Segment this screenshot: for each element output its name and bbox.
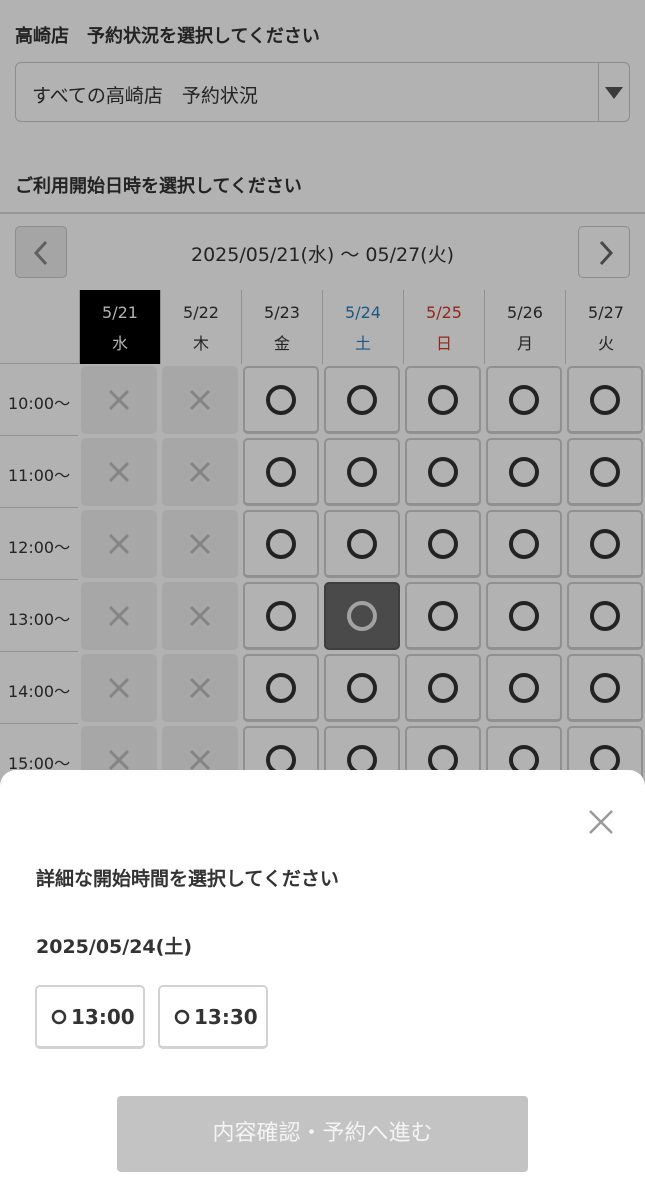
time-slot-button[interactable]: 13:30 (158, 985, 268, 1049)
time-slot-button[interactable]: 13:00 (35, 985, 145, 1049)
proceed-button[interactable]: 内容確認・予約へ進む (117, 1096, 528, 1172)
time-slot-label: 13:00 (71, 1005, 135, 1029)
circle-icon (51, 1009, 67, 1025)
sheet-title: 詳細な開始時間を選択してください (36, 868, 339, 890)
close-icon[interactable] (586, 807, 616, 837)
circle-icon (174, 1009, 190, 1025)
time-slot-label: 13:30 (194, 1005, 258, 1029)
sheet-date: 2025/05/24(土) (36, 936, 193, 958)
